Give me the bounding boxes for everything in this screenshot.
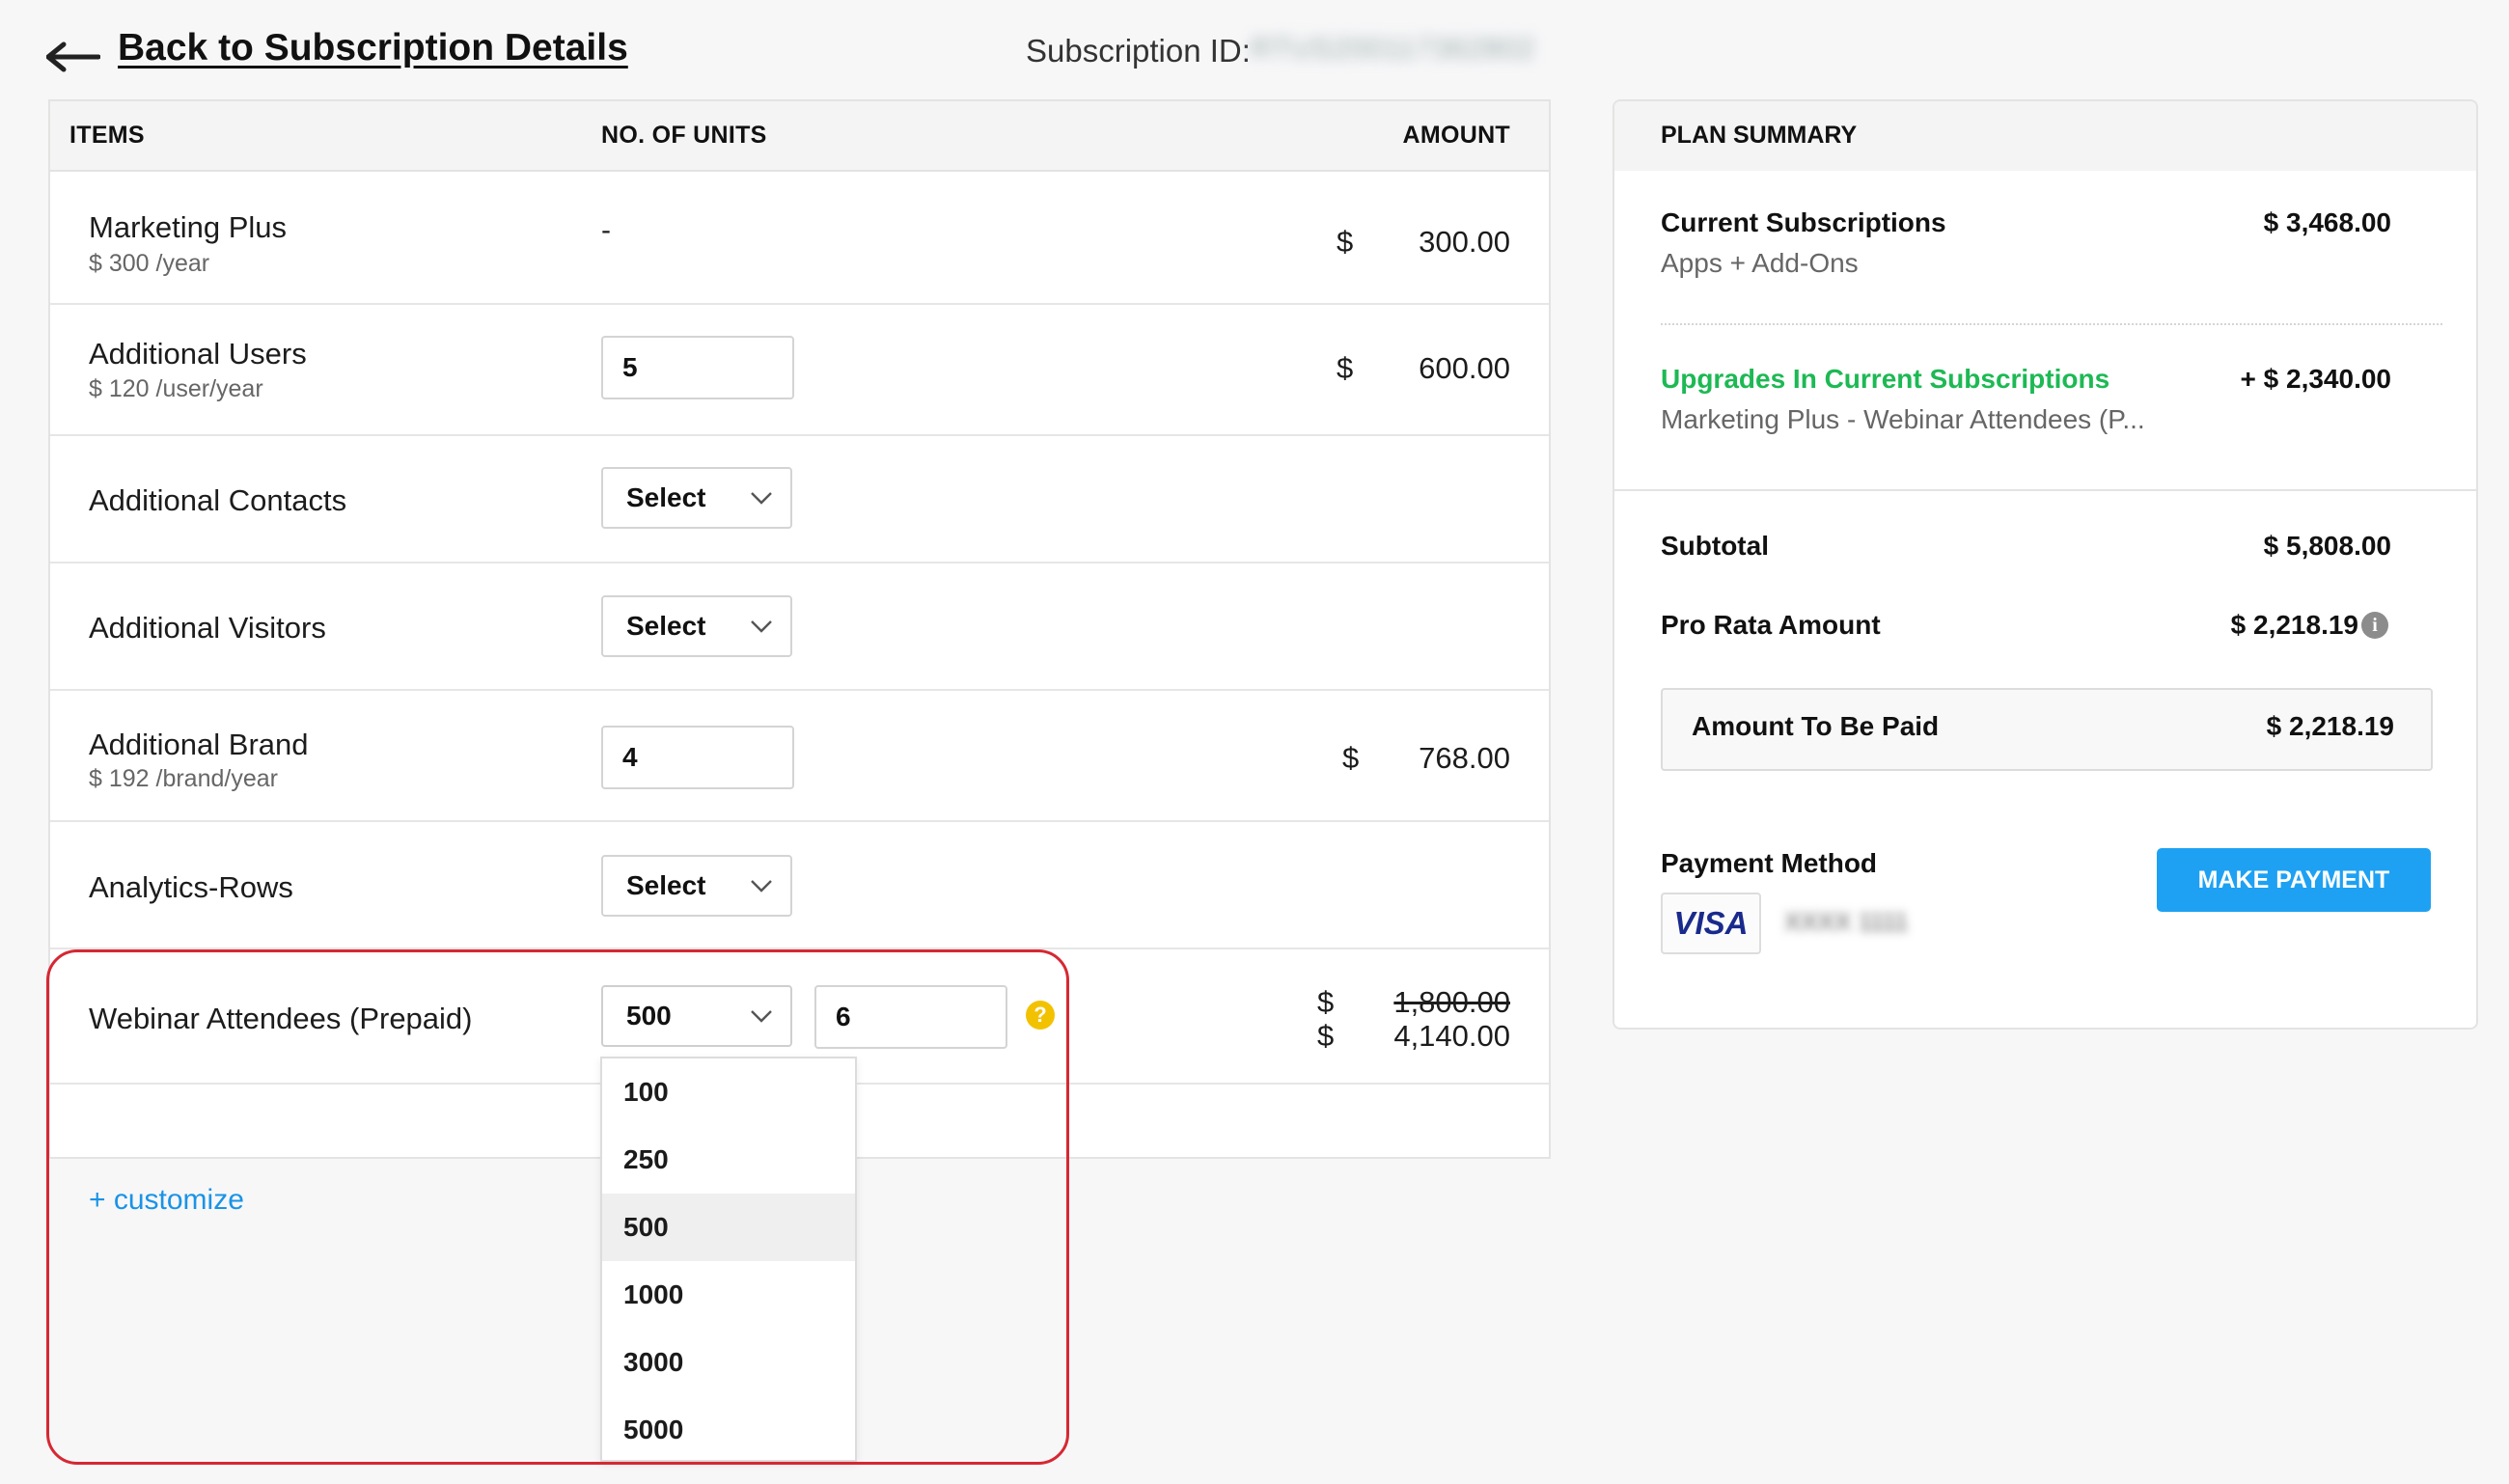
dropdown-option[interactable]: 5000: [602, 1396, 855, 1464]
currency-symbol: $: [1342, 741, 1360, 775]
table-header: ITEMS NO. OF UNITS AMOUNT: [50, 101, 1549, 172]
users-quantity-input[interactable]: 5: [601, 336, 794, 399]
back-arrow-icon[interactable]: [46, 41, 100, 73]
select-value: Select: [626, 870, 706, 900]
subtotal-value: $ 5,808.00: [2263, 531, 2391, 561]
card-number: XXXX 1111: [1784, 907, 1909, 936]
item-name: Additional Brand: [89, 728, 309, 761]
table-row: Additional Contacts Select: [50, 436, 1549, 563]
table-row: Additional Visitors Select: [50, 563, 1549, 691]
column-header-units: NO. OF UNITS: [601, 122, 767, 149]
item-price: $ 300 /year: [89, 250, 210, 277]
analytics-rows-select[interactable]: Select: [601, 855, 792, 917]
info-icon[interactable]: i: [2361, 612, 2388, 639]
payment-method-label: Payment Method: [1661, 848, 1878, 878]
current-subscriptions-value: $ 3,468.00: [2263, 207, 2391, 237]
dotted-divider: [1661, 323, 2442, 325]
item-price: $ 120 /user/year: [89, 375, 263, 402]
attendees-dropdown-menu: 100 250 500 1000 3000 5000: [600, 1057, 857, 1462]
help-icon[interactable]: ?: [1026, 1001, 1055, 1030]
old-amount: 1,800.00: [1393, 985, 1510, 1019]
item-name: Marketing Plus: [89, 210, 288, 244]
item-name: Analytics-Rows: [89, 870, 293, 904]
amount-to-be-paid-label: Amount To Be Paid: [1692, 711, 1940, 741]
item-price: $ 192 /brand/year: [89, 765, 278, 792]
item-name: Additional Users: [89, 337, 307, 371]
units-value: -: [601, 214, 611, 246]
current-subscriptions-sub: Apps + Add-Ons: [1661, 248, 1859, 278]
webinar-quantity-input[interactable]: 6: [814, 985, 1007, 1049]
plan-summary-panel: PLAN SUMMARY Current Subscriptions Apps …: [1613, 99, 2478, 1030]
item-amount: 4,140.00: [1393, 1019, 1510, 1053]
plan-summary-header: PLAN SUMMARY: [1614, 101, 2476, 171]
items-table: ITEMS NO. OF UNITS AMOUNT Marketing Plus…: [48, 99, 1551, 1216]
amount-to-be-paid-value: $ 2,218.19: [2266, 711, 2394, 741]
amount-to-be-paid-box: Amount To Be Paid $ 2,218.19: [1661, 688, 2433, 771]
chevron-down-icon: [751, 1010, 772, 1023]
table-row: Marketing Plus $ 300 /year - $ 300.00: [50, 172, 1549, 305]
brand-quantity-input[interactable]: 4: [601, 726, 794, 789]
select-value: Select: [626, 482, 706, 512]
dropdown-option[interactable]: 1000: [602, 1261, 855, 1329]
item-amount: 300.00: [1419, 225, 1510, 259]
currency-symbol: $: [1317, 1019, 1335, 1053]
table-row: Additional Users $ 120 /user/year 5 $ 60…: [50, 305, 1549, 436]
visa-card-icon: VISA: [1661, 893, 1761, 954]
section-divider: [1614, 489, 2476, 491]
item-name: Webinar Attendees (Prepaid): [89, 1002, 473, 1035]
upgrades-label: Upgrades In Current Subscriptions: [1661, 364, 2110, 394]
column-header-amount: AMOUNT: [1402, 122, 1510, 149]
dropdown-option[interactable]: 100: [602, 1058, 855, 1126]
chevron-down-icon: [751, 880, 772, 893]
dropdown-option[interactable]: 250: [602, 1126, 855, 1194]
webinar-attendees-select[interactable]: 500: [601, 985, 792, 1047]
item-name: Additional Contacts: [89, 483, 347, 517]
customize-link[interactable]: + customize: [89, 1184, 244, 1217]
current-subscriptions-label: Current Subscriptions: [1661, 207, 1946, 237]
item-amount: 768.00: [1419, 741, 1510, 775]
upgrades-value: + $ 2,340.00: [2240, 364, 2391, 394]
prorata-label: Pro Rata Amount: [1661, 610, 1881, 640]
column-header-items: ITEMS: [69, 122, 145, 149]
item-amount: 600.00: [1419, 351, 1510, 385]
currency-symbol: $: [1337, 225, 1354, 259]
visitors-select[interactable]: Select: [601, 595, 792, 657]
table-row: Analytics-Rows Select: [50, 822, 1549, 949]
currency-symbol: $: [1317, 985, 1335, 1019]
subscription-id-value: RTUS200117362802: [1251, 33, 1536, 65]
dropdown-option-selected[interactable]: 500: [602, 1194, 855, 1261]
upgrades-sub: Marketing Plus - Webinar Attendees (P...: [1661, 404, 2145, 434]
table-row: Additional Brand $ 192 /brand/year 4 $ 7…: [50, 691, 1549, 822]
chevron-down-icon: [751, 492, 772, 505]
currency-symbol: $: [1337, 351, 1354, 385]
chevron-down-icon: [751, 620, 772, 633]
select-value: Select: [626, 611, 706, 641]
dropdown-option[interactable]: 3000: [602, 1329, 855, 1396]
back-to-subscription-link[interactable]: Back to Subscription Details: [118, 27, 628, 69]
subtotal-label: Subtotal: [1661, 531, 1769, 561]
prorata-value: $ 2,218.19: [2230, 610, 2358, 640]
make-payment-button[interactable]: MAKE PAYMENT: [2157, 848, 2431, 912]
subscription-id-label: Subscription ID:: [1026, 33, 1251, 69]
select-value: 500: [626, 1001, 672, 1031]
plan-summary-title: PLAN SUMMARY: [1661, 122, 1858, 149]
item-name: Additional Visitors: [89, 611, 326, 645]
contacts-select[interactable]: Select: [601, 467, 792, 529]
